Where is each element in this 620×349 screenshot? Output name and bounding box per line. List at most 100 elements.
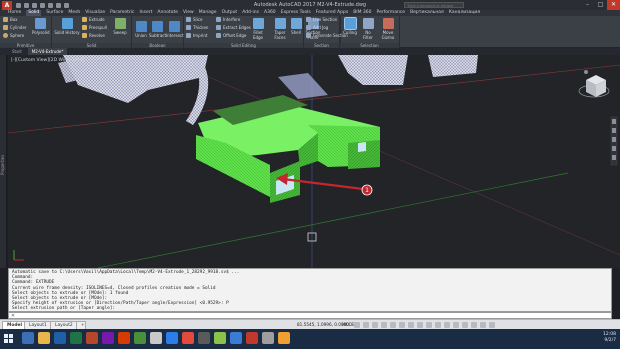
sweep-button[interactable]: Sweep: [112, 17, 128, 35]
presspull-button[interactable]: Presspull: [82, 25, 107, 30]
annotation-scale-icon[interactable]: [435, 322, 441, 328]
union-button[interactable]: Union: [133, 20, 149, 38]
app-icon-6[interactable]: [214, 332, 226, 344]
otrack-icon[interactable]: [399, 322, 405, 328]
sphere-button[interactable]: Sphere: [3, 33, 24, 38]
no-filter-button[interactable]: No Filter: [360, 17, 376, 40]
solid-history-button[interactable]: Solid History: [54, 17, 80, 35]
excel-icon[interactable]: [70, 332, 82, 344]
imprint-button[interactable]: Imprint: [186, 33, 207, 38]
live-section-icon: [306, 17, 311, 22]
cylinder-button[interactable]: Cylinder: [3, 25, 27, 30]
interfere-button[interactable]: Interfere: [216, 17, 240, 22]
close-command-icon[interactable]: ✕: [9, 313, 17, 319]
file-tab-start[interactable]: Start: [8, 48, 26, 55]
autocad-taskbar-icon[interactable]: [246, 332, 258, 344]
shell-button[interactable]: Shell: [288, 17, 304, 35]
thicken-icon: [186, 25, 191, 30]
viewport-controls-label[interactable]: [-][Custom View][2D Wireframe]: [11, 58, 84, 63]
presspull-icon: [82, 25, 87, 30]
showmotion-icon[interactable]: [612, 155, 616, 160]
app-icon-9[interactable]: [278, 332, 290, 344]
osnap-icon[interactable]: [390, 322, 396, 328]
pan-icon[interactable]: [612, 128, 616, 133]
workspace-icon[interactable]: [444, 322, 450, 328]
taper-faces-icon: [274, 18, 286, 29]
zoom-icon[interactable]: [612, 137, 616, 142]
system-tray-clock[interactable]: 12:08 9/2/7: [603, 332, 616, 344]
isolate-icon[interactable]: [462, 322, 468, 328]
taper-faces-button[interactable]: Taper Faces: [270, 17, 290, 40]
app-icon-8[interactable]: [262, 332, 274, 344]
tab-layout1[interactable]: Layout1: [24, 321, 52, 329]
close-icon[interactable]: ✕: [607, 0, 620, 10]
mesh-object-5[interactable]: [278, 73, 328, 99]
file-tab-current[interactable]: M2-V4-Extrude*: [27, 48, 68, 55]
extract-edges-button[interactable]: Extract Edges: [216, 25, 251, 30]
add-jog-button[interactable]: Add Jog: [306, 25, 328, 30]
app-icon-4[interactable]: [182, 332, 194, 344]
start-icon[interactable]: [4, 334, 14, 344]
viewcube[interactable]: [578, 70, 610, 98]
autocad-window: A Autodesk AutoCAD 2017 M2-V4-Extrude.dw…: [0, 0, 620, 349]
drawing-viewport[interactable]: 1 [-][Custom View][2D Wireframe]: [8, 55, 620, 268]
properties-rail[interactable]: Properties: [0, 55, 7, 268]
polysolid-button[interactable]: Polysolid: [32, 17, 50, 35]
solid-right-window: [358, 142, 366, 152]
status-bar: Model Layout1 Layout2 + 81.5545, 1.0996,…: [0, 319, 620, 329]
panel-solid-editing: Slice Thicken Imprint Interfere Extract …: [184, 16, 304, 48]
intersect-button[interactable]: Intersect: [166, 20, 184, 38]
polar-icon[interactable]: [381, 322, 387, 328]
minimize-icon[interactable]: –: [581, 0, 594, 10]
hardware-accel-icon[interactable]: [471, 322, 477, 328]
culling-button[interactable]: Culling: [342, 17, 358, 35]
command-input[interactable]: [17, 313, 597, 318]
word-icon[interactable]: [54, 332, 66, 344]
extrude-icon: [82, 17, 87, 22]
lineweight-icon[interactable]: [408, 322, 414, 328]
tab-layout2[interactable]: Layout2: [50, 321, 78, 329]
steering-wheel-icon[interactable]: [612, 119, 616, 124]
app-icon-1[interactable]: [134, 332, 146, 344]
transparency-icon[interactable]: [417, 322, 423, 328]
add-layout-icon[interactable]: +: [76, 321, 86, 329]
maximize-icon[interactable]: □: [594, 0, 607, 10]
extract-edges-icon: [216, 25, 221, 30]
ortho-icon[interactable]: [372, 322, 378, 328]
move-gizmo-button[interactable]: Move Gizmo: [380, 17, 396, 40]
clean-screen-icon[interactable]: [480, 322, 486, 328]
grid-icon[interactable]: [354, 322, 360, 328]
customization-icon[interactable]: [489, 322, 495, 328]
explorer-icon[interactable]: [38, 332, 50, 344]
app-icon-7[interactable]: [230, 332, 242, 344]
file-tabs: Start M2-V4-Extrude*: [0, 48, 620, 55]
box-button[interactable]: Box: [3, 17, 17, 22]
slice-button[interactable]: Slice: [186, 17, 202, 22]
ucs-icon: [13, 250, 24, 261]
app-icon-3[interactable]: [166, 332, 178, 344]
fillet-edge-button[interactable]: Fillet Edge: [248, 17, 268, 40]
model-canvas[interactable]: 1: [8, 55, 620, 268]
snap-icon[interactable]: [363, 322, 369, 328]
mesh-object-4[interactable]: [428, 55, 478, 77]
home-icon[interactable]: [584, 70, 588, 74]
window-controls: – □ ✕: [581, 0, 620, 10]
powerpoint-icon[interactable]: [86, 332, 98, 344]
live-section-button[interactable]: Live Section: [306, 17, 337, 22]
command-history: Automatic save to C:\Users\Vasil\AppData…: [8, 268, 612, 312]
subtract-button[interactable]: Subtract: [149, 20, 166, 38]
search-input[interactable]: [404, 2, 464, 8]
onenote-icon[interactable]: [102, 332, 114, 344]
offset-edge-button[interactable]: Offset Edge: [216, 33, 246, 38]
mesh-object-3[interactable]: [338, 55, 408, 85]
ie-icon[interactable]: [22, 332, 34, 344]
app-icon-5[interactable]: [198, 332, 210, 344]
revolve-button[interactable]: Revolve: [82, 33, 105, 38]
extrude-button[interactable]: Extrude: [82, 17, 105, 22]
app-icon-2[interactable]: [150, 332, 162, 344]
thicken-button[interactable]: Thicken: [186, 25, 208, 30]
selection-cycling-icon[interactable]: [426, 322, 432, 328]
units-icon[interactable]: [453, 322, 459, 328]
orbit-icon[interactable]: [612, 146, 616, 151]
office-icon[interactable]: [118, 332, 130, 344]
